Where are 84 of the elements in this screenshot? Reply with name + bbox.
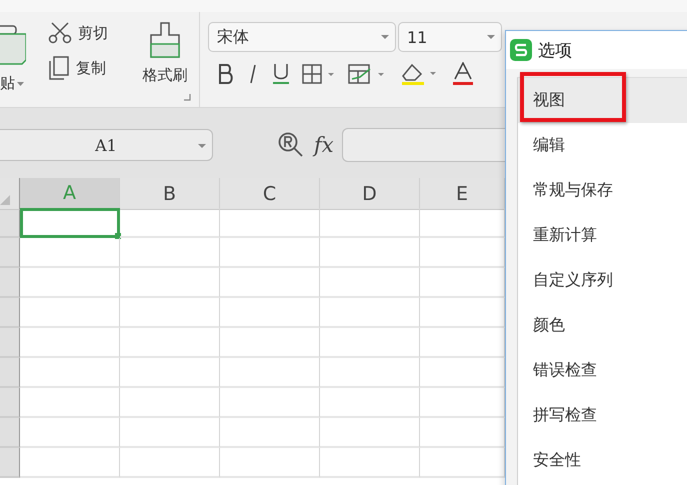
row-header[interactable] xyxy=(0,208,20,238)
table-cell[interactable] xyxy=(320,388,420,418)
options-category[interactable]: 安全性 xyxy=(518,438,687,483)
table-cell[interactable] xyxy=(120,208,220,238)
zoom-icon[interactable] xyxy=(278,132,304,158)
row-header[interactable] xyxy=(0,268,20,298)
row-header[interactable] xyxy=(0,388,20,418)
cut-label[interactable]: 剪切 xyxy=(78,24,108,42)
options-category[interactable]: 拼写检查 xyxy=(518,393,687,438)
column-header[interactable]: E xyxy=(420,178,505,210)
column-header[interactable]: D xyxy=(320,178,420,210)
copy-icon[interactable] xyxy=(48,56,70,80)
table-cell[interactable] xyxy=(320,448,420,478)
table-cell[interactable] xyxy=(320,208,420,238)
table-cell[interactable] xyxy=(120,238,220,268)
scissors-icon[interactable] xyxy=(48,22,72,44)
table-cell[interactable] xyxy=(20,268,120,298)
options-category[interactable]: 重新计算 xyxy=(518,213,687,258)
fx-button[interactable]: fx xyxy=(314,133,334,157)
table-cell[interactable] xyxy=(220,388,320,418)
options-category[interactable]: 自定义序列 xyxy=(518,258,687,303)
row-header[interactable] xyxy=(0,298,20,328)
table-cell[interactable] xyxy=(220,448,320,478)
table-cell[interactable] xyxy=(220,418,320,448)
table-cell[interactable] xyxy=(120,268,220,298)
table-cell[interactable] xyxy=(320,238,420,268)
options-category[interactable]: 视图 xyxy=(518,78,687,123)
active-cell[interactable] xyxy=(20,208,120,238)
triangle-icon xyxy=(0,195,10,205)
column-header[interactable]: B xyxy=(120,178,220,210)
fill-handle[interactable] xyxy=(115,233,121,239)
table-cell[interactable] xyxy=(20,238,120,268)
table-cell[interactable] xyxy=(220,358,320,388)
caret-icon[interactable] xyxy=(17,82,24,86)
table-cell[interactable] xyxy=(20,358,120,388)
borders-icon[interactable] xyxy=(302,64,336,84)
options-category[interactable]: 常规与保存 xyxy=(518,168,687,213)
caret-icon[interactable] xyxy=(198,144,206,148)
font-name-dropdown[interactable]: 宋体 xyxy=(208,22,396,52)
table-cell[interactable] xyxy=(220,208,320,238)
table-cell[interactable] xyxy=(320,298,420,328)
row-header[interactable] xyxy=(0,418,20,448)
dialog-title: 选项 xyxy=(538,40,572,62)
column-header[interactable]: C xyxy=(220,178,320,210)
caret-icon[interactable] xyxy=(487,35,495,39)
table-cell[interactable] xyxy=(220,298,320,328)
copy-label[interactable]: 复制 xyxy=(76,58,106,78)
row-header[interactable] xyxy=(0,358,20,388)
options-category[interactable]: 错误检查 xyxy=(518,348,687,393)
select-all-corner[interactable] xyxy=(0,178,20,210)
table-cell[interactable] xyxy=(120,388,220,418)
font-color-icon[interactable] xyxy=(452,62,474,86)
table-cell[interactable] xyxy=(320,418,420,448)
table-cell[interactable] xyxy=(320,268,420,298)
font-size-dropdown[interactable]: 11 xyxy=(398,22,502,52)
table-cell[interactable] xyxy=(20,418,120,448)
app-logo-icon xyxy=(510,39,532,61)
row-header[interactable] xyxy=(0,238,20,268)
underline-icon[interactable] xyxy=(272,63,290,85)
table-cell[interactable] xyxy=(320,328,420,358)
table-cell[interactable] xyxy=(20,298,120,328)
bold-icon[interactable] xyxy=(218,64,234,84)
caret-icon[interactable] xyxy=(381,35,389,39)
table-cell[interactable] xyxy=(320,358,420,388)
table-cell[interactable] xyxy=(220,328,320,358)
format-painter-label[interactable]: 格式刷 xyxy=(142,66,188,85)
table-cell[interactable] xyxy=(120,448,220,478)
table-cell[interactable] xyxy=(20,448,120,478)
row-header[interactable] xyxy=(0,448,20,478)
paste-label[interactable]: 贴 xyxy=(0,74,15,93)
table-cell[interactable] xyxy=(120,298,220,328)
options-category[interactable]: 颜色 xyxy=(518,303,687,348)
table-cell[interactable] xyxy=(120,328,220,358)
name-box[interactable]: A1 xyxy=(0,129,213,161)
brush-icon[interactable] xyxy=(148,22,182,58)
table-cell[interactable] xyxy=(220,238,320,268)
row-header[interactable] xyxy=(0,328,20,358)
launcher-icon[interactable] xyxy=(184,94,191,101)
table-cell[interactable] xyxy=(20,388,120,418)
options-category[interactable]: 编辑 xyxy=(518,123,687,168)
table-cell[interactable] xyxy=(120,358,220,388)
table-cell[interactable] xyxy=(120,418,220,448)
table-cell[interactable] xyxy=(20,328,120,358)
table-cell[interactable] xyxy=(220,268,320,298)
